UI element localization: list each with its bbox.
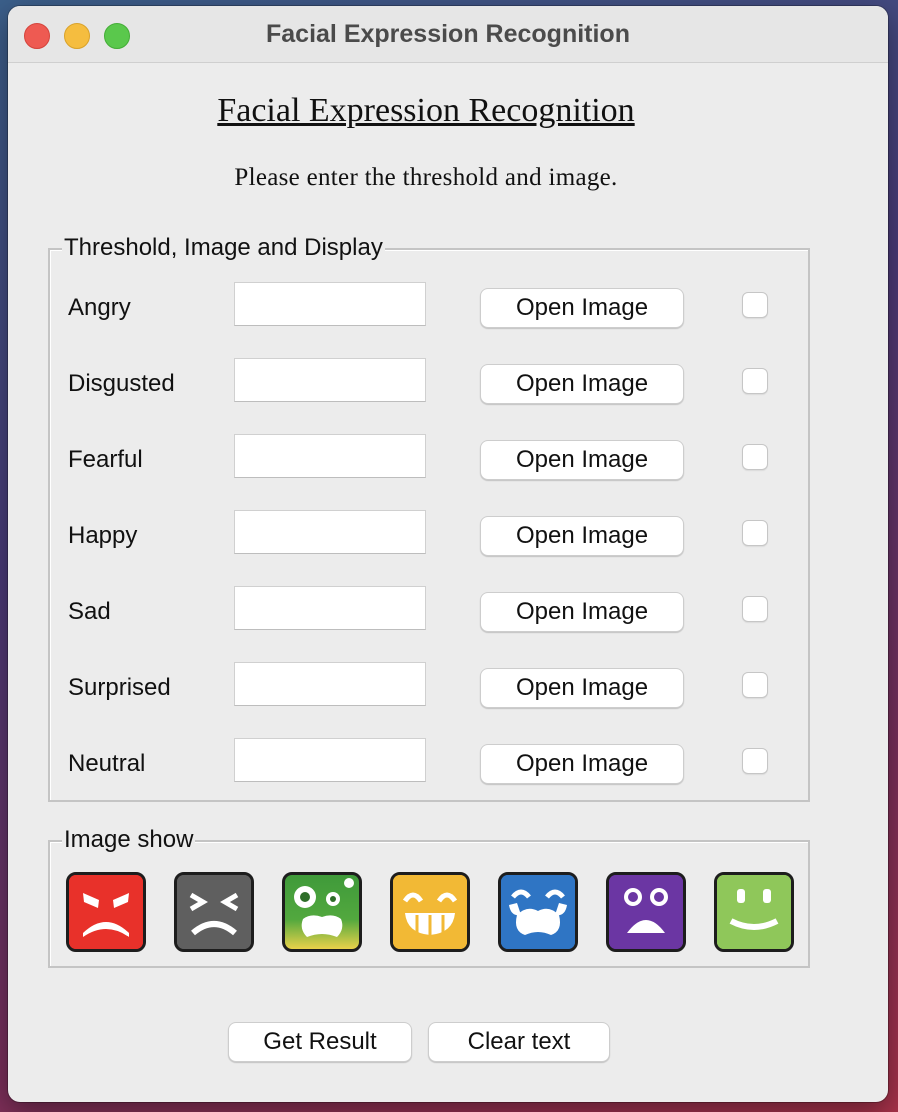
emotion-row-disgusted: Disgusted Open Image: [50, 358, 808, 434]
open-image-button-surprised[interactable]: Open Image: [480, 668, 684, 708]
app-window: Facial Expression Recognition Facial Exp…: [8, 6, 888, 1102]
emotion-row-angry: Angry Open Image: [50, 282, 808, 358]
threshold-input-happy[interactable]: [234, 510, 426, 554]
display-checkbox-disgusted[interactable]: [742, 368, 768, 394]
angry-face-icon: [66, 872, 146, 952]
threshold-input-neutral[interactable]: [234, 738, 426, 782]
emotion-label-disgusted: Disgusted: [68, 370, 175, 397]
emotion-label-happy: Happy: [68, 522, 138, 549]
display-checkbox-angry[interactable]: [742, 292, 768, 318]
disgusted-face-icon: [174, 872, 254, 952]
emotion-row-fearful: Fearful Open Image: [50, 434, 808, 510]
surprised-face-icon: [606, 872, 686, 952]
happy-face-icon: [390, 872, 470, 952]
display-checkbox-happy[interactable]: [742, 520, 768, 546]
open-image-button-happy[interactable]: Open Image: [480, 516, 684, 556]
sad-face-icon: [498, 872, 578, 952]
display-checkbox-neutral[interactable]: [742, 748, 768, 774]
open-image-button-disgusted[interactable]: Open Image: [480, 364, 684, 404]
page-heading: Facial Expression Recognition: [217, 92, 635, 129]
emotion-label-sad: Sad: [68, 598, 111, 625]
threshold-input-fearful[interactable]: [234, 434, 426, 478]
emotion-row-happy: Happy Open Image: [50, 510, 808, 586]
open-image-button-sad[interactable]: Open Image: [480, 592, 684, 632]
image-show-group: Image show: [48, 826, 810, 968]
display-checkbox-sad[interactable]: [742, 596, 768, 622]
open-image-button-neutral[interactable]: Open Image: [480, 744, 684, 784]
instruction-text: Please enter the threshold and image.: [234, 164, 618, 191]
threshold-group-legend: Threshold, Image and Display: [62, 234, 385, 262]
clear-text-button[interactable]: Clear text: [428, 1022, 610, 1062]
emotion-label-surprised: Surprised: [68, 674, 171, 701]
get-result-button[interactable]: Get Result: [228, 1022, 412, 1062]
image-show-legend: Image show: [62, 826, 196, 854]
threshold-input-sad[interactable]: [234, 586, 426, 630]
display-checkbox-fearful[interactable]: [742, 444, 768, 470]
threshold-image-display-group: Threshold, Image and Display Angry Open …: [48, 234, 810, 802]
title-bar: Facial Expression Recognition: [8, 6, 888, 63]
emotion-label-neutral: Neutral: [68, 750, 146, 777]
threshold-input-angry[interactable]: [234, 282, 426, 326]
emotion-row-surprised: Surprised Open Image: [50, 662, 808, 738]
window-title: Facial Expression Recognition: [266, 20, 630, 48]
emotion-row-sad: Sad Open Image: [50, 586, 808, 662]
neutral-face-icon: [714, 872, 794, 952]
threshold-input-surprised[interactable]: [234, 662, 426, 706]
emotion-row-neutral: Neutral Open Image: [50, 738, 808, 814]
open-image-button-angry[interactable]: Open Image: [480, 288, 684, 328]
fearful-face-icon: [282, 872, 362, 952]
emotion-label-fearful: Fearful: [68, 446, 143, 473]
threshold-input-disgusted[interactable]: [234, 358, 426, 402]
open-image-button-fearful[interactable]: Open Image: [480, 440, 684, 480]
display-checkbox-surprised[interactable]: [742, 672, 768, 698]
emotion-label-angry: Angry: [68, 294, 131, 321]
